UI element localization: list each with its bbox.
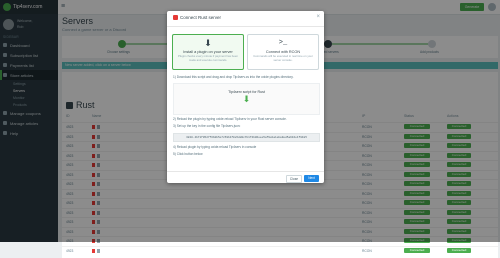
status-badge: Connected (404, 247, 430, 253)
close-button[interactable]: Close (286, 175, 302, 183)
table-row: 4923 RCON Connected Connected (62, 245, 498, 255)
download-icon[interactable]: ⬇ (174, 94, 319, 104)
download-icon: ⬇ (204, 38, 212, 48)
step-5-text: 5) Click button below (173, 152, 203, 156)
step-2-text: 2) Reload the plugin by typing oxide.rel… (173, 117, 287, 121)
download-script-box[interactable]: Tip4serv script for Rust ⬇ (173, 83, 320, 115)
edit-server-icon[interactable] (97, 248, 100, 253)
modal-title: Connect Rust server (180, 15, 222, 20)
step-4-text: 4) Reload plugin by typing oxide.reload … (173, 145, 257, 149)
terminal-icon: >_ (278, 39, 288, 47)
divider (167, 26, 324, 27)
option-description: Plugin checks every minute if payment ha… (177, 54, 238, 62)
connect-server-modal: Connect Rust server × ⬇ Install a plugin… (167, 11, 324, 183)
step-1-text: 1) Download this script and drag and dro… (173, 75, 294, 79)
server-key-field[interactable]: 3240.4b71f0527f6b0b5e7c59b1f0e5dd0c7b1f4… (173, 133, 320, 142)
divider (167, 171, 324, 172)
row-id: 4923 (66, 248, 74, 253)
row-connection-type: RCON (362, 248, 372, 253)
row-action-button[interactable]: Connected (447, 247, 471, 253)
install-plugin-option[interactable]: ⬇ Install a plugin on your server Plugin… (172, 34, 244, 70)
rcon-option[interactable]: >_ Connect with RCON Commands will be ex… (247, 34, 319, 70)
close-icon[interactable]: × (316, 14, 320, 20)
rust-logo-icon (173, 15, 178, 20)
next-button[interactable]: Next (304, 175, 319, 182)
delete-server-icon[interactable] (92, 248, 95, 253)
step-3-text: 3) Set up the key in the config file Tip… (173, 124, 241, 128)
option-description: Commands will be executed in real time o… (253, 54, 313, 62)
